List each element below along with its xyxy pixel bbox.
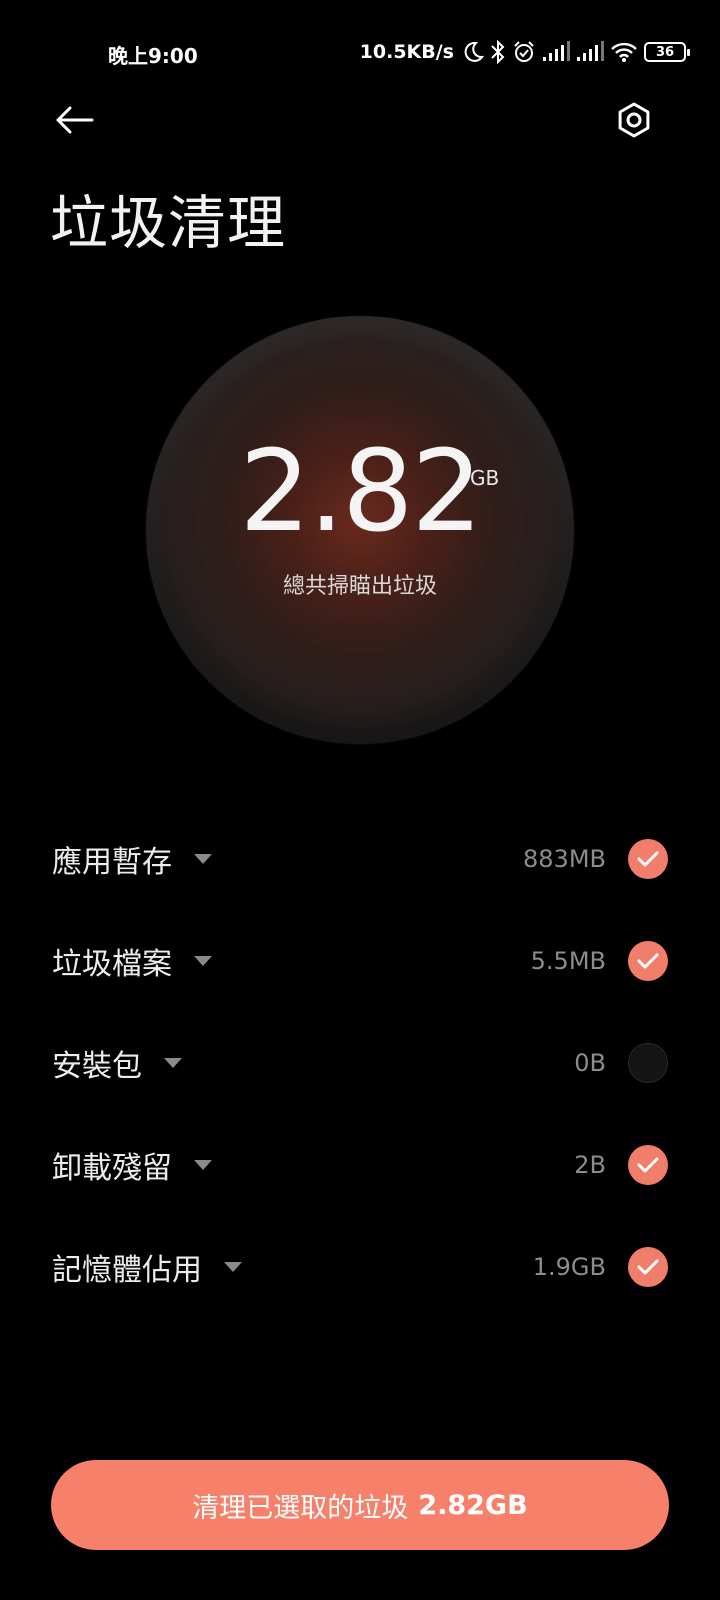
row-size: 883MB [523, 845, 606, 873]
settings-icon [618, 102, 650, 138]
signal-icon [542, 41, 570, 63]
row-label: 記憶體佔用 [52, 1253, 202, 1288]
checkmark-icon [637, 953, 659, 969]
row-label: 垃圾檔案 [52, 947, 172, 982]
caret-down-icon[interactable] [194, 956, 212, 966]
page-title: 垃圾清理 [50, 189, 287, 257]
total-junk-value: 2.82 [239, 427, 482, 557]
alarm-icon [512, 40, 536, 64]
status-bar: 晚上9:00 10.5KB/s 36 [0, 0, 720, 104]
caret-down-icon[interactable] [164, 1058, 182, 1068]
junk-category-list: 應用暫存 883MB 垃圾檔案 5.5MB 安裝包 0B 卸載殘留 2B 記憶體… [0, 808, 720, 1318]
caret-down-icon[interactable] [224, 1262, 242, 1272]
checkbox-uninstall-residue[interactable] [628, 1145, 668, 1185]
row-size: 0B [574, 1049, 606, 1077]
junk-row-install-packages[interactable]: 安裝包 0B [0, 1012, 720, 1114]
network-speed: 10.5KB/s [359, 41, 454, 63]
status-indicators: 10.5KB/s 36 [359, 38, 690, 66]
caret-down-icon[interactable] [194, 1160, 212, 1170]
caret-down-icon[interactable] [194, 854, 212, 864]
battery-icon: 36 [644, 42, 690, 62]
checkbox-app-cache[interactable] [628, 839, 668, 879]
moon-icon [462, 40, 484, 64]
bluetooth-icon [490, 39, 506, 65]
wifi-icon [610, 41, 638, 63]
row-label: 應用暫存 [52, 845, 172, 880]
scan-result-orb: 2.82 GB 總共掃瞄出垃圾 [146, 316, 574, 744]
total-junk-caption: 總共掃瞄出垃圾 [282, 574, 437, 599]
junk-cleaner-screen: 晚上9:00 10.5KB/s 36 垃圾清理 2.82 GB 總共掃瞄出垃圾 … [0, 0, 720, 1600]
row-label: 卸載殘留 [52, 1151, 172, 1186]
clean-button-label: 清理已選取的垃圾 [192, 1492, 409, 1524]
clean-button-amount: 2.82GB [418, 1489, 528, 1521]
back-arrow-icon [56, 106, 94, 134]
battery-level: 36 [655, 44, 675, 60]
junk-row-uninstall-residue[interactable]: 卸載殘留 2B [0, 1114, 720, 1216]
checkbox-junk-files[interactable] [628, 941, 668, 981]
signal-icon [576, 41, 604, 63]
checkmark-icon [637, 1259, 659, 1275]
clean-selected-button[interactable]: 清理已選取的垃圾 2.82GB [51, 1460, 669, 1550]
checkbox-memory-usage[interactable] [628, 1247, 668, 1287]
settings-button[interactable] [610, 96, 658, 144]
status-time: 晚上9:00 [108, 44, 198, 68]
row-size: 2B [574, 1151, 606, 1179]
total-junk-unit: GB [470, 466, 500, 490]
junk-row-app-cache[interactable]: 應用暫存 883MB [0, 808, 720, 910]
checkbox-install-packages[interactable] [628, 1043, 668, 1083]
row-size: 5.5MB [530, 947, 606, 975]
junk-row-memory-usage[interactable]: 記憶體佔用 1.9GB [0, 1216, 720, 1318]
checkmark-icon [637, 1157, 659, 1173]
row-size: 1.9GB [532, 1253, 606, 1281]
checkmark-icon [637, 851, 659, 867]
back-button[interactable] [50, 96, 98, 144]
row-label: 安裝包 [52, 1049, 142, 1084]
junk-row-junk-files[interactable]: 垃圾檔案 5.5MB [0, 910, 720, 1012]
